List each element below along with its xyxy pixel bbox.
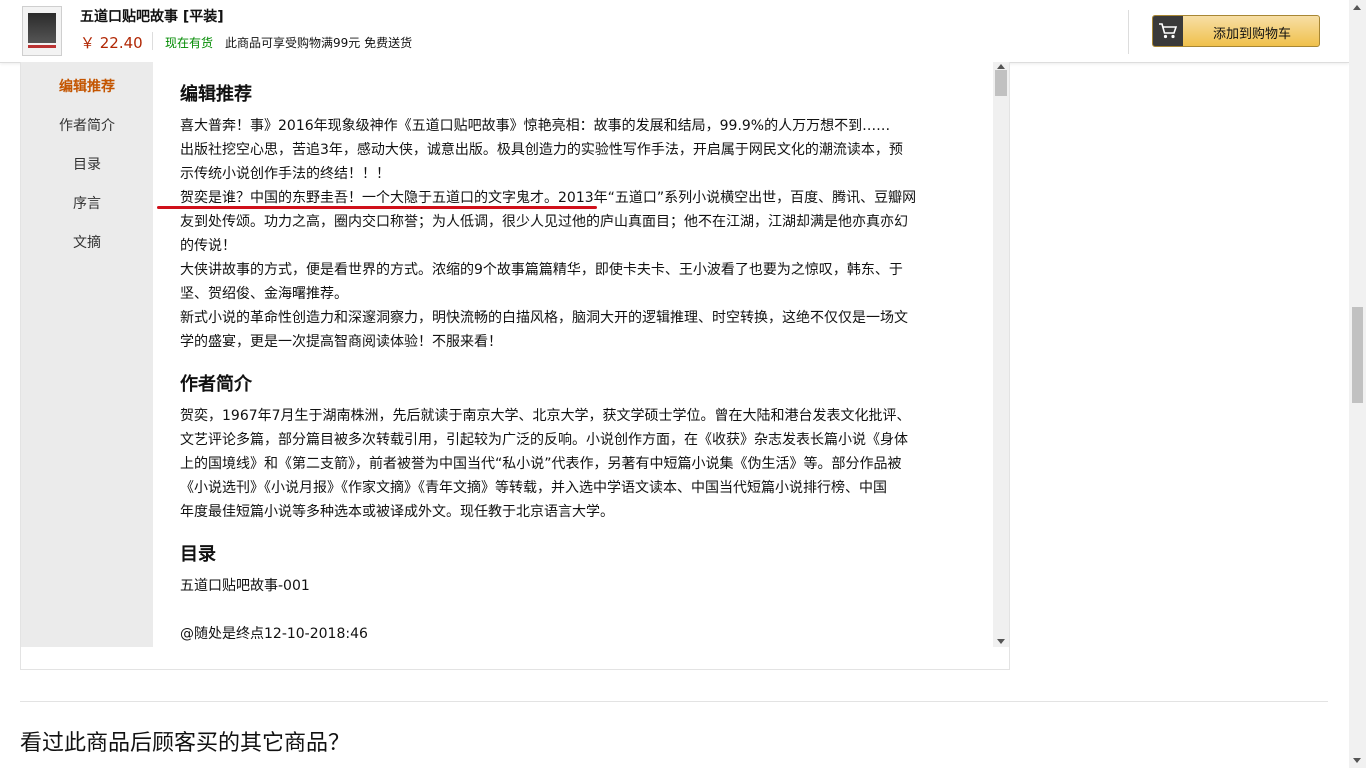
shipping-note: 此商品可享受购物满99元 免费送货: [225, 36, 413, 50]
toc-item: 五道口贴吧故事-001: [180, 578, 310, 594]
shopping-cart-icon: [1153, 16, 1183, 46]
scrollbar-thumb[interactable]: [995, 70, 1007, 96]
author-text-line: 《小说选刊》《小说月报》《作家文摘》《青年文摘》等转载，并入选中学语文读本、中国…: [180, 480, 887, 496]
editor-text-line: 友到处传颂。功力之高，圈内交口称誉；为人低调，很少人见过他的庐山真面目；他不在江…: [180, 214, 908, 230]
sidebar-item-author-intro[interactable]: 作者简介: [21, 115, 153, 135]
section-title-editor: 编辑推荐: [180, 84, 252, 105]
description-content[interactable]: 编辑推荐 喜大普奔！事》2016年现象级神作《五道口贴吧故事》惊艳亮相：故事的发…: [153, 62, 993, 647]
scroll-up-arrow-icon[interactable]: [1353, 5, 1361, 10]
sticky-product-bar: 五道口贴吧故事 [平装] ￥ 22.40 现在有货 此商品可享受购物满99元 免…: [0, 0, 1349, 63]
author-text-line: 上的国境线》和《第二支箭》，前者被誉为中国当代“私小说”代表作，另著有中短篇小说…: [180, 456, 902, 472]
editor-text-line: 大侠讲故事的方式，便是看世界的方式。浓缩的9个故事篇篇精华，即使卡夫卡、王小波看…: [180, 262, 903, 278]
editor-text-line: 喜大普奔！事》2016年现象级神作《五道口贴吧故事》惊艳亮相：故事的发展和结局，…: [180, 118, 891, 134]
red-underline-annotation: [157, 206, 597, 209]
section-title-toc: 目录: [180, 544, 216, 565]
author-text-line: 贺奕，1967年7月生于湖南株洲，先后就读于南京大学、北京大学，获文学硕士学位。…: [180, 408, 911, 424]
editor-text-line: 示传统小说创作手法的终结！！！: [180, 166, 390, 182]
sidebar-item-table-of-contents[interactable]: 目录: [21, 154, 153, 174]
scroll-down-arrow-icon[interactable]: [997, 639, 1005, 644]
page-scrollbar[interactable]: [1349, 0, 1366, 768]
sidebar-item-preface[interactable]: 序言: [21, 193, 153, 213]
divider: [152, 32, 153, 50]
page-scrollbar-thumb[interactable]: [1352, 307, 1363, 403]
product-thumbnail[interactable]: [22, 6, 62, 56]
editor-text-line: 学的盛宴，更是一次提高智商阅读体验！不服来看！: [180, 334, 502, 350]
editor-text-line: 坚、贺绍俊、金海曙推荐。: [180, 286, 348, 302]
book-cover-image: [28, 13, 56, 43]
description-sidebar: 编辑推荐 作者简介 目录 序言 文摘: [21, 62, 153, 647]
sidebar-item-editor-recommendation[interactable]: 编辑推荐: [21, 76, 153, 96]
author-text-line: 文艺评论多篇，部分篇目被多次转载引用，引起较为广泛的反响。小说创作方面，在《收获…: [180, 432, 908, 448]
add-to-cart-label: 添加到购物车: [1213, 27, 1292, 42]
scroll-up-arrow-icon[interactable]: [997, 64, 1005, 69]
sidebar-item-excerpt[interactable]: 文摘: [21, 232, 153, 252]
divider: [1128, 10, 1129, 54]
add-to-cart-button[interactable]: 添加到购物车: [1152, 15, 1320, 47]
product-price: ￥ 22.40: [80, 34, 143, 52]
editor-text-line: 出版社挖空心思，苦追3年，感动大侠，诚意出版。极具创造力的实验性写作手法，开启属…: [180, 142, 903, 158]
content-scrollbar[interactable]: [993, 62, 1009, 647]
also-bought-heading: 看过此商品后顾客买的其它商品？: [20, 731, 351, 756]
toc-item: @随处是终点12-10-2018:46: [180, 626, 368, 642]
editor-text-line: 贺奕是谁？中国的东野圭吾！一个大隐于五道口的文字鬼才。2013年“五道口”系列小…: [180, 190, 917, 206]
editor-text-line: 新式小说的革命性创造力和深邃洞察力，明快流畅的白描风格，脑洞大开的逻辑推理、时空…: [180, 310, 908, 326]
section-title-author: 作者简介: [180, 374, 252, 395]
stock-status: 现在有货: [165, 36, 214, 50]
section-divider: [20, 701, 1328, 702]
scroll-down-arrow-icon[interactable]: [1353, 758, 1361, 763]
author-text-line: 年度最佳短篇小说等多种选本或被译成外文。现任教于北京语言大学。: [180, 504, 614, 520]
product-title[interactable]: 五道口贴吧故事 [平装]: [80, 6, 224, 26]
book-cover-band: [28, 45, 56, 48]
editor-text-line: 的传说！: [180, 238, 236, 254]
